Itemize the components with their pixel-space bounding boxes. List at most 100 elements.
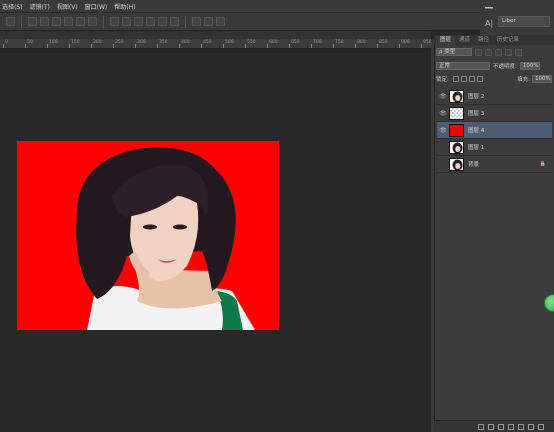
adjustment-layer-icon[interactable] [508, 423, 514, 430]
lock-move-icon[interactable] [468, 76, 475, 82]
portrait-photo [17, 141, 279, 330]
fill-label: 填充: [517, 77, 530, 83]
visibility-eye-icon[interactable]: 👁 [437, 93, 449, 100]
blend-mode-select[interactable]: 正常 [436, 62, 490, 70]
transform-controls-toggle[interactable] [6, 17, 15, 26]
add-mask-icon[interactable] [498, 423, 504, 430]
ruler-tick-label: 250 [115, 40, 124, 45]
filter-smart-icon[interactable] [515, 48, 522, 56]
layer-thumbnail [449, 140, 464, 154]
layer-filter-row: ρ 类型 [436, 47, 552, 57]
3d-mode-icon[interactable] [192, 17, 201, 26]
filter-shape-icon[interactable] [505, 48, 512, 56]
character-panel-icon: A| [485, 19, 493, 28]
distribute-center-icon[interactable] [158, 17, 167, 26]
filter-pixel-icon[interactable] [475, 48, 482, 56]
workspace-select[interactable]: Liber [498, 16, 550, 27]
lock-icon: 🔒 [539, 161, 546, 167]
layer-list: 👁 图层 2 👁 图层 3 👁 图层 4 👁 图层 1 👁 背景 🔒 [437, 88, 552, 173]
layer-name: 图层 4 [468, 128, 485, 134]
distribute-left-icon[interactable] [146, 17, 155, 26]
ruler-tick-label: 500 [225, 40, 234, 45]
ruler-tick [245, 44, 246, 48]
ruler-tick-label: 650 [291, 40, 300, 45]
layer-thumbnail [449, 106, 464, 120]
layer-row[interactable]: 👁 图层 1 [437, 139, 552, 156]
ruler-tick-label: 800 [357, 40, 366, 45]
menu-filter[interactable]: 滤镜(T) [30, 2, 50, 11]
visibility-eye-icon[interactable]: 👁 [437, 161, 449, 168]
3d-rotate-icon[interactable] [204, 17, 213, 26]
layer-style-icon[interactable] [488, 423, 494, 430]
layer-row[interactable]: 👁 背景 🔒 [437, 156, 552, 173]
divider [21, 15, 22, 28]
panel-bottom-bar [434, 420, 554, 432]
tab-channels[interactable]: 通道 [455, 36, 474, 45]
3d-pan-icon[interactable] [216, 17, 225, 26]
layer-row[interactable]: 👁 图层 4 [437, 122, 552, 139]
lock-paint-icon[interactable] [460, 76, 467, 82]
layer-name: 图层 1 [468, 145, 485, 151]
distribute-middle-icon[interactable] [122, 17, 131, 26]
distribute-bottom-icon[interactable] [134, 17, 143, 26]
ruler-tick [69, 44, 70, 48]
delete-layer-icon[interactable] [538, 423, 544, 430]
minimize-icon [485, 7, 493, 9]
ruler-tick [399, 44, 400, 48]
ruler-tick-label: 100 [49, 40, 58, 45]
opacity-input[interactable]: 100% [519, 62, 540, 70]
align-bottom-icon[interactable] [52, 17, 61, 26]
layer-row[interactable]: 👁 图层 2 [437, 88, 552, 105]
ruler-tick-label: 950 [423, 40, 431, 45]
ruler-tick [333, 44, 334, 48]
distribute-right-icon[interactable] [170, 17, 179, 26]
horizontal-ruler: 0 50 100 150 200 250 300 350 400 450 500 550 600 650 7… [0, 39, 431, 49]
menu-help[interactable]: 帮助(H) [114, 2, 135, 11]
menu-view[interactable]: 视图(V) [57, 2, 78, 11]
lock-all-icon[interactable] [476, 76, 483, 82]
ruler-tick [421, 44, 422, 48]
document-image[interactable] [17, 141, 279, 330]
distribute-top-icon[interactable] [110, 17, 119, 26]
new-layer-icon[interactable] [528, 423, 534, 430]
ruler-tick [201, 44, 202, 48]
link-layers-icon[interactable] [478, 423, 484, 430]
menu-select[interactable]: 选择(S) [2, 2, 23, 11]
fill-input[interactable]: 100% [532, 75, 552, 83]
ruler-tick [135, 44, 136, 48]
window-controls[interactable]: A| [482, 6, 496, 32]
ruler-tick-label: 200 [93, 40, 102, 45]
ruler-tick [223, 44, 224, 48]
filter-kind-select[interactable]: ρ 类型 [436, 48, 472, 56]
menu-bar: 选择(S) 滤镜(T) 视图(V) 窗口(W) 帮助(H) [0, 0, 480, 12]
ruler-tick [377, 44, 378, 48]
tab-history[interactable]: 历史记录 [493, 36, 523, 45]
menu-window[interactable]: 窗口(W) [85, 2, 108, 11]
align-middle-icon[interactable] [40, 17, 49, 26]
visibility-eye-icon[interactable]: 👁 [437, 144, 449, 151]
layer-name: 图层 2 [468, 94, 485, 100]
align-top-icon[interactable] [28, 17, 37, 26]
lock-transparent-icon[interactable] [452, 76, 459, 82]
filter-type-icon[interactable] [495, 48, 502, 56]
ruler-tick [311, 44, 312, 48]
divider [103, 15, 104, 28]
tab-layers[interactable]: 图层 [436, 36, 456, 45]
layer-row[interactable]: 👁 图层 3 [437, 105, 552, 122]
layer-thumbnail [449, 89, 464, 103]
ruler-tick-label: 350 [159, 40, 168, 45]
align-right-icon[interactable] [88, 17, 97, 26]
visibility-eye-icon[interactable]: 👁 [437, 127, 449, 134]
layer-name: 图层 3 [468, 111, 485, 117]
align-left-icon[interactable] [64, 17, 73, 26]
filter-adjust-icon[interactable] [485, 48, 492, 56]
visibility-eye-icon[interactable]: 👁 [437, 110, 449, 117]
ruler-tick-label: 700 [313, 40, 322, 45]
ruler-tick-label: 750 [335, 40, 344, 45]
align-center-icon[interactable] [76, 17, 85, 26]
divider [185, 15, 186, 28]
ruler-tick [355, 44, 356, 48]
tab-paths[interactable]: 路径 [474, 36, 493, 45]
new-group-icon[interactable] [518, 423, 524, 430]
ruler-tick-label: 300 [137, 40, 146, 45]
